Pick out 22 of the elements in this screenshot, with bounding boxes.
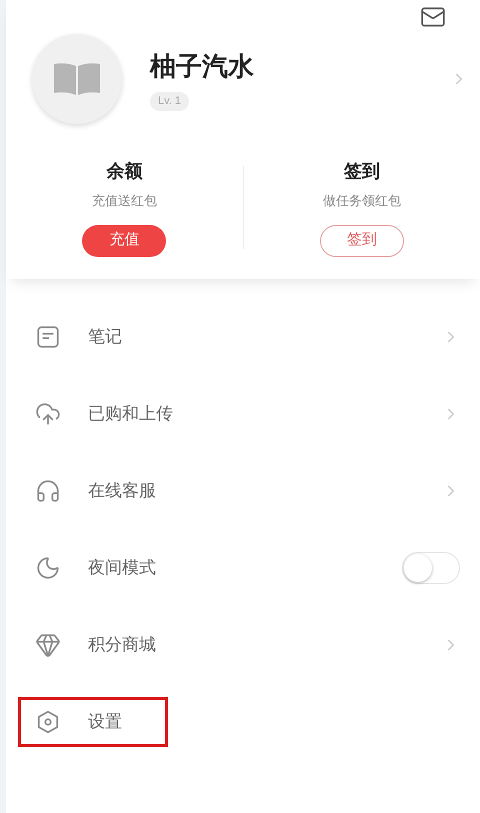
gem-icon [35, 632, 61, 658]
stat-title: 签到 [344, 160, 380, 183]
stat-title: 余额 [106, 160, 142, 183]
menu-item[interactable]: 笔记 [18, 312, 125, 362]
stat-button[interactable]: 签到 [320, 224, 404, 256]
stat-button[interactable]: 充值 [82, 224, 166, 256]
menu-item[interactable]: 积分商城 [18, 620, 159, 670]
book-icon [52, 62, 102, 96]
cloud-upload-icon [35, 401, 61, 427]
user-name: 柚子汽水 [150, 50, 255, 84]
moon-icon [35, 555, 61, 581]
menu-item[interactable]: 设置 [18, 697, 168, 747]
menu-item[interactable]: 夜间模式 [18, 543, 159, 593]
stat-subtitle: 做任务领红包 [322, 192, 401, 210]
menu-item[interactable]: 已购和上传 [18, 389, 176, 439]
note-icon [35, 324, 61, 350]
night-mode-switch[interactable] [402, 552, 460, 584]
settings-icon [35, 709, 61, 735]
stat-subtitle: 充值送红包 [92, 192, 157, 210]
menu-item[interactable]: 在线客服 [18, 466, 159, 516]
headset-icon [35, 478, 61, 504]
level-badge: Lv. 1 [150, 92, 190, 111]
